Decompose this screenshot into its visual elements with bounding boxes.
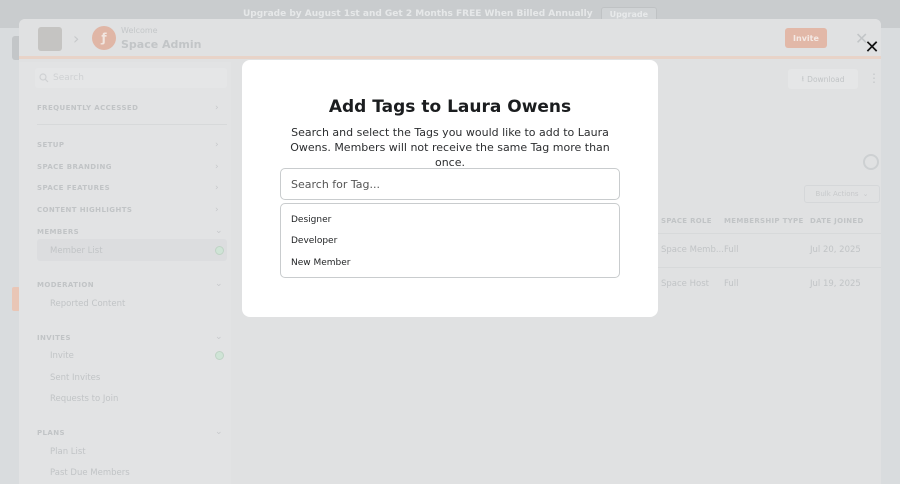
row-1-space-role: Space Memb... (661, 245, 724, 255)
sidebar-item-plan-list[interactable]: Plan List (50, 447, 86, 457)
column-header-membership-type[interactable]: MEMBERSHIP TYPE (724, 217, 804, 225)
add-tags-modal: Add Tags to Laura Owens Search and selec… (242, 60, 658, 317)
sidebar-item-past-due-members[interactable]: Past Due Members (50, 468, 130, 478)
column-header-space-role[interactable]: SPACE ROLE (661, 217, 712, 225)
bulk-actions-label: Bulk Actions (815, 190, 859, 198)
download-button[interactable]: ⭳ Download (788, 69, 858, 89)
invite-button[interactable]: Invite (785, 28, 827, 48)
sidebar: Search FREQUENTLY ACCESSED › SETUP › SPA… (19, 62, 231, 484)
section-space-features[interactable]: SPACE FEATURES (37, 184, 110, 192)
table-divider (631, 233, 881, 234)
section-members[interactable]: MEMBERS (37, 228, 79, 236)
panel-header: › ƒ Welcome Space Admin Invite ✕ (19, 19, 881, 59)
welcome-label: Welcome (121, 26, 158, 35)
search-icon[interactable] (863, 154, 879, 170)
section-setup[interactable]: SETUP (37, 141, 64, 149)
tag-option-new-member[interactable]: New Member (281, 252, 619, 274)
modal-title: Add Tags to Laura Owens (328, 97, 572, 117)
chevron-right-icon: › (215, 205, 219, 215)
chevron-right-icon: › (215, 183, 219, 193)
status-dot-icon (215, 351, 224, 360)
row-1-membership-type: Full (724, 245, 739, 255)
sidebar-item-member-list[interactable]: Member List (50, 246, 103, 256)
kebab-icon[interactable]: ⋮ (868, 71, 880, 85)
brand-avatar: ƒ (92, 26, 116, 50)
chevron-down-icon: ⌄ (215, 332, 223, 342)
tag-options-list: Designer Developer New Member (280, 203, 620, 278)
page-title: Space Admin (121, 38, 202, 51)
row-2-date-joined: Jul 19, 2025 (810, 279, 861, 289)
chevron-right-icon: › (73, 29, 80, 48)
row-2-membership-type: Full (724, 279, 739, 289)
status-dot-icon (215, 246, 224, 255)
section-plans[interactable]: PLANS (37, 429, 65, 437)
table-divider (631, 267, 881, 268)
chevron-down-icon: ⌄ (215, 279, 223, 289)
sidebar-item-invite[interactable]: Invite (50, 351, 74, 361)
row-1-date-joined: Jul 20, 2025 (810, 245, 861, 255)
row-2-space-role: Space Host (661, 279, 709, 289)
chevron-right-icon: › (215, 103, 219, 113)
close-icon[interactable]: ✕ (864, 39, 880, 57)
section-space-branding[interactable]: SPACE BRANDING (37, 163, 112, 171)
bulk-actions-dropdown[interactable]: Bulk Actions ⌄ (804, 185, 880, 203)
download-label: Download (807, 74, 845, 84)
tag-option-developer[interactable]: Developer (281, 231, 619, 253)
search-icon (39, 73, 49, 83)
modal-description: Search and select the Tags you would lik… (290, 126, 610, 169)
chevron-down-icon: ⌄ (215, 427, 223, 437)
tag-option-designer[interactable]: Designer (281, 209, 619, 231)
sidebar-item-requests-to-join[interactable]: Requests to Join (50, 394, 118, 404)
sidebar-search[interactable]: Search (35, 68, 227, 88)
sidebar-item-sent-invites[interactable]: Sent Invites (50, 373, 100, 383)
section-frequently-accessed[interactable]: FREQUENTLY ACCESSED (37, 104, 138, 112)
section-content-highlights[interactable]: CONTENT HIGHLIGHTS (37, 206, 132, 214)
divider (37, 124, 227, 125)
section-invites[interactable]: INVITES (37, 334, 71, 342)
promo-text: Upgrade by August 1st and Get 2 Months F… (242, 9, 593, 19)
space-logo (38, 27, 62, 51)
download-icon: ⭳ (801, 73, 805, 83)
sidebar-item-reported-content[interactable]: Reported Content (50, 299, 125, 309)
chevron-right-icon: › (215, 140, 219, 150)
tag-search-input[interactable] (280, 168, 620, 200)
chevron-down-icon: ⌄ (215, 226, 223, 236)
column-header-date-joined[interactable]: DATE JOINED (810, 217, 864, 225)
section-moderation[interactable]: MODERATION (37, 281, 94, 289)
chevron-down-icon: ⌄ (862, 190, 869, 198)
chevron-right-icon: › (215, 162, 219, 172)
sidebar-search-placeholder: Search (53, 73, 84, 83)
